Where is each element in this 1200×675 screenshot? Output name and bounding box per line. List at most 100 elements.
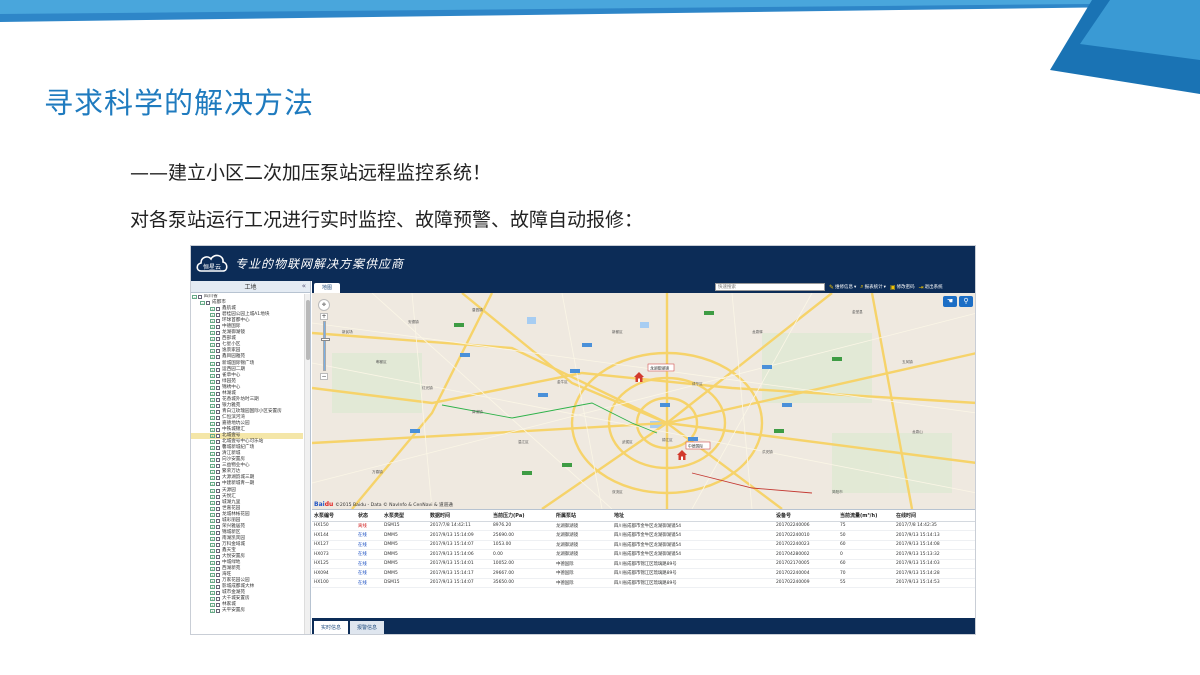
expand-toggle-icon[interactable]: + <box>210 500 215 505</box>
column-header[interactable]: 所属泵站 <box>554 510 612 522</box>
expand-toggle-icon[interactable]: + <box>210 446 215 451</box>
expand-toggle-icon[interactable]: + <box>210 488 215 493</box>
expand-toggle-icon[interactable]: + <box>210 428 215 433</box>
zoom-out-button[interactable]: − <box>320 373 328 380</box>
expand-toggle-icon[interactable]: + <box>210 391 215 396</box>
expand-toggle-icon[interactable]: + <box>210 319 215 324</box>
checkbox[interactable] <box>216 385 220 390</box>
checkbox[interactable] <box>216 482 220 487</box>
expand-toggle-icon[interactable]: + <box>210 355 215 360</box>
expand-toggle-icon[interactable]: + <box>210 555 215 560</box>
checkbox[interactable] <box>216 349 220 354</box>
expand-toggle-icon[interactable]: + <box>210 331 215 336</box>
checkbox[interactable] <box>216 373 220 378</box>
checkbox[interactable] <box>216 440 220 445</box>
checkbox[interactable] <box>216 536 220 541</box>
table-row[interactable]: HX127 在线 DMM5 2017/9/13 15:14:07 1053.00 龙湖御湖… <box>312 540 975 550</box>
checkbox[interactable] <box>216 403 220 408</box>
expand-toggle-icon[interactable]: + <box>210 313 215 318</box>
checkbox[interactable] <box>216 512 220 517</box>
tab-alarm-info[interactable]: 报警信息 <box>350 621 385 634</box>
checkbox[interactable] <box>216 331 220 336</box>
expand-toggle-icon[interactable]: + <box>210 379 215 384</box>
checkbox[interactable] <box>216 561 220 566</box>
expand-toggle-icon[interactable]: + <box>210 434 215 439</box>
table-row[interactable]: HX094 在线 DMM5 2017/9/13 15:14:17 29667.00 中德国… <box>312 568 975 579</box>
scrollbar-thumb[interactable] <box>306 300 310 360</box>
expand-toggle-icon[interactable]: + <box>210 367 215 372</box>
checkbox[interactable] <box>216 494 220 499</box>
checkbox[interactable] <box>216 446 220 451</box>
expand-toggle-icon[interactable]: + <box>210 597 215 602</box>
expand-toggle-icon[interactable]: + <box>210 361 215 366</box>
expand-toggle-icon[interactable]: + <box>210 464 215 469</box>
expand-toggle-icon[interactable]: + <box>210 494 215 499</box>
checkbox[interactable] <box>216 573 220 578</box>
checkbox[interactable] <box>216 343 220 348</box>
checkbox[interactable] <box>216 434 220 439</box>
checkbox[interactable] <box>216 567 220 572</box>
column-header[interactable]: 地址 <box>612 510 774 522</box>
tree-node-site[interactable]: + 天平安置房 <box>191 608 303 614</box>
expand-toggle-icon[interactable]: + <box>210 536 215 541</box>
expand-toggle-icon[interactable]: + <box>210 343 215 348</box>
expand-toggle-icon[interactable]: + <box>210 452 215 457</box>
collapse-icon[interactable]: « <box>302 282 306 290</box>
checkbox[interactable] <box>216 337 220 342</box>
location-pin-icon[interactable]: ⚲ <box>959 296 973 307</box>
pump-station-map[interactable]: 新民场 安德镇 唐昌镇 郫都区 红光镇 犀浦镇 温江区 万春镇 新都区 龙泉驿 金堂县 五凤镇 … <box>312 293 975 509</box>
logout-button[interactable]: ⇥ 退出系统 <box>919 283 943 291</box>
table-row[interactable]: HX125 在线 DMM5 2017/9/13 15:14:01 10052.00 中德国… <box>312 559 975 569</box>
checkbox[interactable] <box>216 524 220 529</box>
expand-toggle-icon[interactable]: + <box>210 512 215 517</box>
checkbox[interactable] <box>216 542 220 547</box>
expand-toggle-icon[interactable]: + <box>210 385 215 390</box>
tab-realtime-info[interactable]: 实时信息 <box>314 621 349 634</box>
zoom-in-button[interactable]: + <box>320 313 328 320</box>
checkbox[interactable] <box>216 397 220 402</box>
expand-toggle-icon[interactable]: + <box>210 403 215 408</box>
expand-toggle-icon[interactable]: + <box>210 524 215 529</box>
checkbox[interactable] <box>216 409 220 414</box>
expand-toggle-icon[interactable]: − <box>200 301 205 306</box>
expand-toggle-icon[interactable]: + <box>210 603 215 608</box>
expand-toggle-icon[interactable]: + <box>210 440 215 445</box>
expand-toggle-icon[interactable]: + <box>210 337 215 342</box>
expand-toggle-icon[interactable]: + <box>210 476 215 481</box>
expand-toggle-icon[interactable]: + <box>210 307 215 312</box>
sidebar-scrollbar[interactable] <box>304 294 310 634</box>
checkbox[interactable] <box>206 301 210 306</box>
hand-icon[interactable]: ☚ <box>943 296 957 307</box>
expand-toggle-icon[interactable]: + <box>210 548 215 553</box>
zoom-slider-knob[interactable] <box>320 338 330 341</box>
expand-toggle-icon[interactable]: + <box>210 397 215 402</box>
checkbox[interactable] <box>216 379 220 384</box>
expand-toggle-icon[interactable]: + <box>210 470 215 475</box>
expand-toggle-icon[interactable]: + <box>210 561 215 566</box>
checkbox[interactable] <box>216 579 220 584</box>
table-row[interactable]: HX144 在线 DMM5 2017/9/13 15:14:09 25690.00 龙湖御… <box>312 530 975 541</box>
checkbox[interactable] <box>216 518 220 523</box>
checkbox[interactable] <box>216 422 220 426</box>
checkbox[interactable] <box>216 307 220 312</box>
expand-toggle-icon[interactable]: + <box>210 542 215 547</box>
checkbox[interactable] <box>216 367 220 372</box>
checkbox[interactable] <box>198 295 202 300</box>
expand-toggle-icon[interactable]: + <box>210 409 215 414</box>
table-row[interactable]: HX073 在线 DMM5 2017/9/13 15:14:06 0.00 龙湖御湖镜 四川… <box>312 549 975 560</box>
checkbox[interactable] <box>216 428 220 433</box>
checkbox[interactable] <box>216 476 220 481</box>
search-input[interactable] <box>715 283 825 291</box>
tab-map[interactable]: 地图 <box>314 283 340 293</box>
checkbox[interactable] <box>216 555 220 560</box>
table-row[interactable]: HX150 离线 DSM15 2017/7/8 14:42:11 8976.20 龙湖御湖… <box>312 521 975 531</box>
expand-toggle-icon[interactable]: + <box>210 422 215 426</box>
column-header[interactable]: 当前压力(Pa) <box>491 510 554 522</box>
expand-toggle-icon[interactable]: + <box>210 373 215 378</box>
change-password-button[interactable]: ▣ 修改密码 <box>890 283 915 291</box>
checkbox[interactable] <box>216 609 220 614</box>
checkbox[interactable] <box>216 597 220 602</box>
checkbox[interactable] <box>216 361 220 366</box>
column-header[interactable]: 状态 <box>356 510 382 522</box>
pan-control-icon[interactable]: ✥ <box>318 299 330 311</box>
